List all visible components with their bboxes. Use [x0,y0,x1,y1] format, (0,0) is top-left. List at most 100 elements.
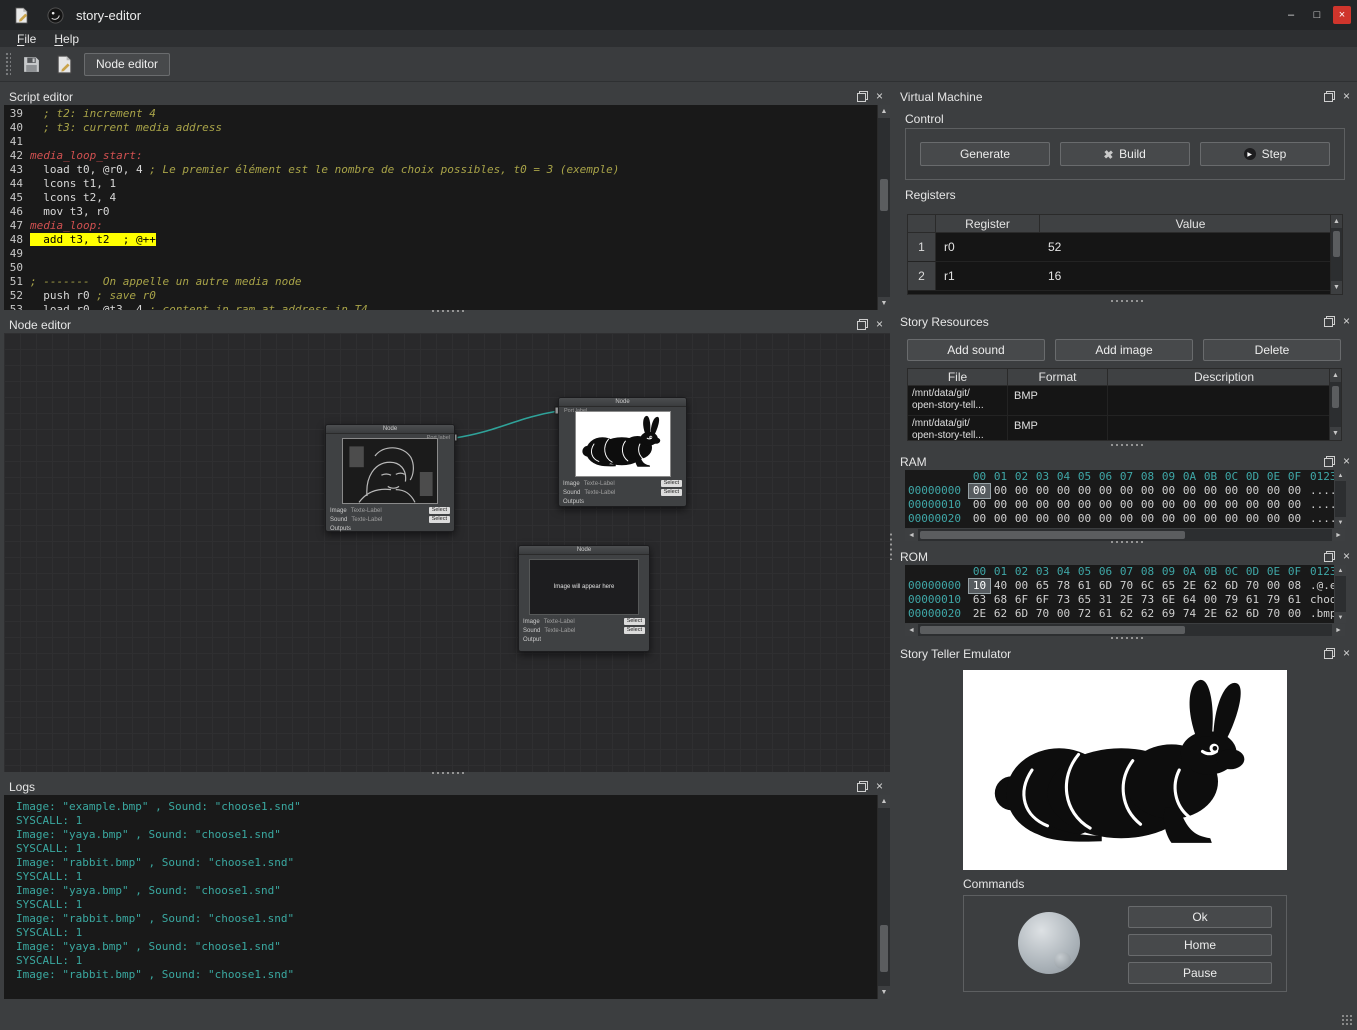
scroll-up-icon[interactable]: ▲ [1335,565,1346,576]
hex-byte[interactable]: 00 [1116,484,1137,498]
pause-button[interactable]: Pause [1128,962,1272,984]
step-button[interactable]: ▶Step [1200,142,1330,166]
hex-byte[interactable]: 70 [1263,607,1284,621]
scroll-up-icon[interactable]: ▲ [1331,215,1342,228]
select-button[interactable]: Select [429,516,450,523]
select-button[interactable]: Select [661,480,682,487]
hex-byte[interactable]: 00 [1137,512,1158,526]
scroll-down-icon[interactable]: ▼ [1330,427,1341,440]
generate-button[interactable]: Generate [920,142,1050,166]
hex-byte[interactable]: 00 [1032,512,1053,526]
code-line[interactable]: 39 ; t2: increment 4 [4,107,877,121]
new-file-icon[interactable] [51,51,77,77]
minimize-button[interactable]: – [1281,6,1301,24]
vertical-scrollbar[interactable]: ▲ ▼ [1335,470,1346,528]
hex-byte[interactable]: 70 [1116,579,1137,593]
float-icon[interactable] [1324,316,1335,327]
hex-byte[interactable]: 73 [1053,593,1074,607]
vertical-scrollbar[interactable]: ▲ ▼ [1335,565,1346,623]
resource-row[interactable]: /mnt/data/git/open-story-tell...BMP [908,386,1341,416]
jog-wheel[interactable] [1018,912,1080,974]
close-icon[interactable]: × [1341,648,1352,659]
hex-byte[interactable]: 00 [1242,484,1263,498]
hex-byte[interactable]: 00 [1053,512,1074,526]
add-sound-button[interactable]: Add sound [907,339,1045,361]
hex-byte[interactable]: 00 [1221,498,1242,512]
hex-byte[interactable]: 00 [969,498,990,512]
hex-byte[interactable]: 31 [1095,593,1116,607]
splitter-handle[interactable] [1111,443,1143,447]
hex-byte[interactable]: 00 [1095,512,1116,526]
description-column-header[interactable]: Description [1108,369,1341,386]
resource-row[interactable]: /mnt/data/git/open-story-tell...BMP [908,416,1341,441]
vertical-scrollbar[interactable]: ▲ ▼ [1330,215,1342,294]
close-icon[interactable]: × [1341,456,1352,467]
hex-byte[interactable]: 00 [969,484,990,498]
hex-byte[interactable]: 00 [1200,484,1221,498]
hex-byte[interactable]: 00 [1158,498,1179,512]
splitter-handle[interactable] [432,309,464,313]
hex-byte[interactable]: 65 [1158,579,1179,593]
hex-row[interactable]: 0000002000000000000000000000000000000000… [905,512,1334,526]
hex-byte[interactable]: 61 [1074,579,1095,593]
close-icon[interactable]: × [874,91,885,102]
hex-byte[interactable]: 00 [1221,484,1242,498]
hex-byte[interactable]: 08 [1284,579,1305,593]
maximize-button[interactable]: □ [1307,6,1327,24]
hex-byte[interactable]: 00 [1284,607,1305,621]
hex-byte[interactable]: 00 [1053,607,1074,621]
node-editor-toolbar-button[interactable]: Node editor [84,53,170,76]
hex-byte[interactable]: 00 [1200,593,1221,607]
log-output[interactable]: Image: "example.bmp" , Sound: "choose1.s… [4,795,877,999]
scroll-right-icon[interactable]: ► [1332,624,1345,636]
vertical-scrollbar[interactable]: ▲ ▼ [877,795,890,999]
code-line[interactable]: 40 ; t3: current media address [4,121,877,135]
hex-byte[interactable]: 62 [1221,607,1242,621]
build-button[interactable]: Build [1060,142,1190,166]
float-icon[interactable] [857,319,868,330]
hex-byte[interactable]: 00 [1116,512,1137,526]
hex-row[interactable]: 000000202E626D70007261626269742E626D7000… [905,607,1334,621]
scroll-down-icon[interactable]: ▼ [1335,612,1346,623]
code-line[interactable]: 49 [4,247,877,261]
hex-byte[interactable]: 00 [1137,484,1158,498]
hex-byte[interactable]: 70 [1032,607,1053,621]
hex-byte[interactable]: 00 [1284,484,1305,498]
code-line[interactable]: 50 [4,261,877,275]
splitter-handle[interactable] [1111,636,1143,640]
close-icon[interactable]: × [874,781,885,792]
hex-byte[interactable]: 00 [1179,498,1200,512]
splitter-handle[interactable] [1111,299,1143,303]
code-line[interactable]: 47media_loop: [4,219,877,233]
hex-byte[interactable]: 6D [1095,579,1116,593]
scroll-down-icon[interactable]: ▼ [878,986,890,999]
scroll-left-icon[interactable]: ◄ [905,529,918,541]
hex-byte[interactable]: 6D [1011,607,1032,621]
hex-byte[interactable]: 73 [1137,593,1158,607]
hex-byte[interactable]: 00 [1179,484,1200,498]
add-image-button[interactable]: Add image [1055,339,1193,361]
hex-byte[interactable]: 00 [1032,498,1053,512]
vertical-scrollbar[interactable]: ▲ ▼ [1329,369,1341,440]
hex-byte[interactable]: 00 [990,484,1011,498]
scroll-up-icon[interactable]: ▲ [878,795,890,808]
hex-byte[interactable]: 79 [1221,593,1242,607]
scroll-down-icon[interactable]: ▼ [1331,281,1342,294]
scroll-up-icon[interactable]: ▲ [1335,470,1346,481]
register-row[interactable]: 1r052 [908,233,1342,262]
scrollbar-thumb[interactable] [920,531,1185,539]
hex-byte[interactable]: 00 [1011,498,1032,512]
code-line[interactable]: 52 push r0 ; save r0 [4,289,877,303]
hex-byte[interactable]: 00 [1074,512,1095,526]
hex-byte[interactable]: 00 [1053,484,1074,498]
hex-byte[interactable]: 72 [1074,607,1095,621]
scroll-down-icon[interactable]: ▼ [878,297,890,310]
hex-byte[interactable]: 00 [1116,498,1137,512]
register-row[interactable]: 2r116 [908,262,1342,291]
hex-byte[interactable]: 00 [1263,484,1284,498]
hex-byte[interactable]: 70 [1242,579,1263,593]
hex-byte[interactable]: 00 [1095,498,1116,512]
code-line[interactable]: 46 mov t3, r0 [4,205,877,219]
hex-byte[interactable]: 00 [1242,498,1263,512]
hex-byte[interactable]: 00 [1053,498,1074,512]
